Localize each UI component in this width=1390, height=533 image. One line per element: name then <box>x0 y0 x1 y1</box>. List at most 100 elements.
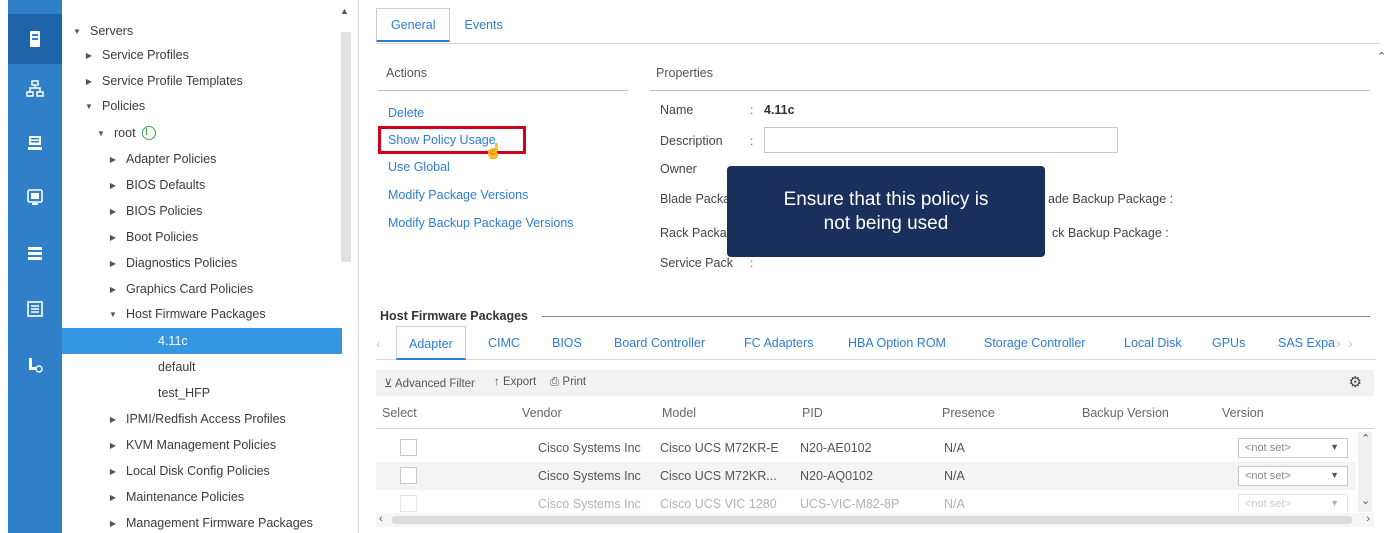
tree-item-adapter-policies[interactable]: ▶ Adapter Policies <box>62 146 342 172</box>
tab-general[interactable]: General <box>376 8 451 42</box>
main-scroll-up-icon[interactable]: ⌃ <box>1377 50 1386 63</box>
toggle-icon[interactable]: ▼ <box>82 102 96 111</box>
toggle-icon[interactable]: ▶ <box>82 77 96 86</box>
toggle-icon[interactable]: ▶ <box>106 285 120 294</box>
toggle-icon[interactable]: ▶ <box>106 181 120 190</box>
main-vertical-scrollbar[interactable]: ⌃ <box>1376 40 1388 360</box>
rack-package-label: Rack Packa <box>660 226 727 240</box>
column-vendor[interactable]: Vendor <box>522 406 562 420</box>
tree-item-local-disk-config[interactable]: ▶ Local Disk Config Policies <box>62 458 342 484</box>
toggle-icon[interactable]: ▼ <box>70 27 84 36</box>
server-icon[interactable] <box>8 14 62 64</box>
toggle-icon[interactable]: ▼ <box>94 129 108 138</box>
modify-package-versions-link[interactable]: Modify Package Versions <box>388 188 528 202</box>
list-icon[interactable] <box>8 228 62 278</box>
toggle-icon[interactable]: ▶ <box>106 467 120 476</box>
subtab-cimc[interactable]: CIMC <box>488 326 520 360</box>
print-button[interactable]: ⎙ Print <box>550 376 586 389</box>
tab-events[interactable]: Events <box>450 8 516 42</box>
description-input[interactable] <box>764 127 1118 153</box>
toggle-icon[interactable]: ▶ <box>106 519 120 528</box>
subtab-local-disk[interactable]: Local Disk <box>1124 326 1182 360</box>
tree-item-bios-defaults[interactable]: ▶ BIOS Defaults <box>62 172 342 198</box>
tree-item-service-profiles[interactable]: ▶ Service Profiles <box>62 42 342 68</box>
row-checkbox[interactable] <box>400 467 417 484</box>
tree-item-bios-policies[interactable]: ▶ BIOS Policies <box>62 198 342 224</box>
tree-item-policies[interactable]: ▼ Policies <box>62 93 342 119</box>
gear-icon[interactable]: ⚙ <box>1349 373 1362 391</box>
subtab-bios[interactable]: BIOS <box>552 326 582 360</box>
tree-item-default[interactable]: default <box>62 354 342 380</box>
subtab-adapter[interactable]: Adapter <box>396 326 466 360</box>
toggle-icon[interactable]: ▶ <box>106 155 120 164</box>
modify-backup-package-versions-link[interactable]: Modify Backup Package Versions <box>388 216 574 230</box>
tree-scrollbar[interactable]: ▲ <box>340 6 352 511</box>
toggle-icon[interactable]: ▶ <box>106 259 120 268</box>
version-select[interactable]: <not set> ▼ <box>1238 438 1348 458</box>
column-select[interactable]: Select <box>382 406 417 420</box>
scroll-up-icon[interactable]: ⌃ <box>1361 432 1370 445</box>
tree-item-graphics-card-policies[interactable]: ▶ Graphics Card Policies <box>62 276 342 302</box>
subtab-gpus[interactable]: GPUs <box>1212 326 1245 360</box>
scroll-right-icon[interactable]: › <box>1366 513 1370 525</box>
pid-cell: UCS-VIC-M82-8P <box>800 497 900 511</box>
tree-item-servers[interactable]: ▼ Servers <box>62 18 342 44</box>
toggle-icon[interactable]: ▶ <box>82 51 96 60</box>
scroll-up-icon[interactable]: ▲ <box>340 6 349 16</box>
storage-icon[interactable] <box>8 118 62 168</box>
export-button[interactable]: ↑ Export <box>494 376 536 388</box>
org-icon <box>141 126 156 140</box>
tree-item-4-11c[interactable]: 4.11c <box>62 328 342 354</box>
scroll-thumb[interactable] <box>341 32 351 262</box>
column-model[interactable]: Model <box>662 406 696 420</box>
tree-item-host-firmware-packages[interactable]: ▼ Host Firmware Packages <box>62 301 342 327</box>
hscroll-thumb[interactable] <box>392 516 1352 524</box>
table-horizontal-scrollbar[interactable]: ‹ › <box>376 513 1374 527</box>
subtab-sas-expander[interactable]: SAS Expa <box>1278 326 1335 360</box>
tree-item-maintenance[interactable]: ▶ Maintenance Policies <box>62 484 342 510</box>
toggle-icon[interactable]: ▶ <box>106 415 120 424</box>
tree-item-boot-policies[interactable]: ▶ Boot Policies <box>62 224 342 250</box>
tree-item-service-profile-templates[interactable]: ▶ Service Profile Templates <box>62 68 342 94</box>
delete-link[interactable]: Delete <box>388 106 424 120</box>
table-row[interactable]: Cisco Systems Inc Cisco UCS VIC 1280 UCS… <box>376 490 1356 512</box>
toggle-icon[interactable]: ▶ <box>106 441 120 450</box>
row-checkbox[interactable] <box>400 439 417 456</box>
tabs-scroll-left-icon[interactable]: ‹ <box>376 326 381 360</box>
tree-item-diagnostics-policies[interactable]: ▶ Diagnostics Policies <box>62 250 342 276</box>
row-checkbox[interactable] <box>400 495 417 512</box>
column-presence[interactable]: Presence <box>942 406 995 420</box>
tree-item-kvm-management[interactable]: ▶ KVM Management Policies <box>62 432 342 458</box>
log-icon[interactable] <box>8 284 62 334</box>
properties-title: Properties <box>656 66 713 80</box>
subtab-hba-option-rom[interactable]: HBA Option ROM <box>848 326 946 360</box>
tree-item-management-firmware[interactable]: ▶ Management Firmware Packages <box>62 510 342 533</box>
toggle-icon[interactable]: ▶ <box>106 493 120 502</box>
tabs-scroll-right-icon[interactable]: › <box>1336 326 1341 360</box>
admin-icon[interactable] <box>8 340 62 390</box>
scroll-left-icon[interactable]: ‹ <box>379 513 383 525</box>
toggle-icon[interactable]: ▶ <box>106 233 120 242</box>
column-version[interactable]: Version <box>1222 406 1264 420</box>
table-row[interactable]: Cisco Systems Inc Cisco UCS M72KR... N20… <box>376 462 1356 490</box>
network-icon[interactable] <box>8 64 62 114</box>
tree-item-ipmi-redfish[interactable]: ▶ IPMI/Redfish Access Profiles <box>62 406 342 432</box>
tree-item-root[interactable]: ▼ root <box>62 120 342 146</box>
tabs-scroll-more-icon[interactable]: › <box>1348 326 1353 360</box>
table-row[interactable]: Cisco Systems Inc Cisco UCS M72KR-E N20-… <box>376 434 1356 462</box>
use-global-link[interactable]: Use Global <box>388 160 450 174</box>
toggle-icon[interactable]: ▶ <box>106 207 120 216</box>
table-vertical-scrollbar[interactable]: ⌃ ⌄ <box>1358 432 1372 512</box>
version-select[interactable]: <not set> ▼ <box>1238 466 1348 486</box>
tree-item-test-hfp[interactable]: test_HFP <box>62 380 342 406</box>
advanced-filter-button[interactable]: ⊻ Advanced Filter <box>384 376 475 390</box>
vm-icon[interactable] <box>8 172 62 222</box>
column-pid[interactable]: PID <box>802 406 823 420</box>
column-backup-version[interactable]: Backup Version <box>1082 406 1169 420</box>
subtab-fc-adapters[interactable]: FC Adapters <box>744 326 813 360</box>
toggle-icon[interactable]: ▼ <box>106 310 120 319</box>
scroll-down-icon[interactable]: ⌄ <box>1361 494 1370 507</box>
subtab-board-controller[interactable]: Board Controller <box>614 326 705 360</box>
version-select[interactable]: <not set> ▼ <box>1238 494 1348 512</box>
subtab-storage-controller[interactable]: Storage Controller <box>984 326 1085 360</box>
